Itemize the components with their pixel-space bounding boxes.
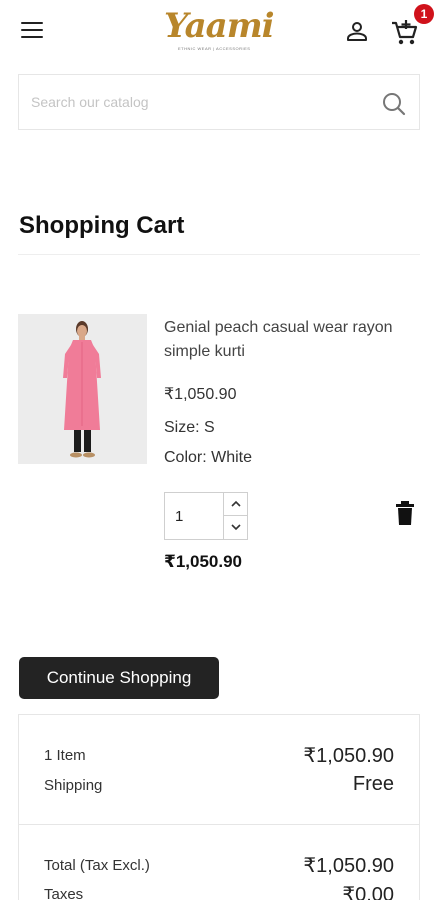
chevron-up-icon (231, 500, 241, 507)
user-account-icon[interactable] (345, 19, 369, 43)
summary-taxes-label: Taxes (44, 886, 84, 900)
product-image[interactable] (18, 314, 147, 464)
quantity-increase-button[interactable] (223, 493, 247, 516)
menu-icon[interactable] (20, 22, 46, 42)
quantity-decrease-button[interactable] (223, 516, 247, 539)
product-size: Size: S (164, 419, 215, 436)
logo-tagline: ETHNIC WEAR | ACCESSORIES (178, 46, 251, 51)
logo-text: Yaami (164, 6, 275, 46)
summary-items-value: ₹1,050.90 (303, 745, 394, 767)
summary-items-label: 1 Item (44, 747, 86, 764)
product-color: Color: White (164, 449, 253, 466)
quantity-stepper (164, 492, 248, 540)
search-icon[interactable] (381, 91, 407, 117)
quantity-input[interactable] (165, 493, 223, 539)
summary-total-label: Total (Tax Excl.) (44, 857, 150, 874)
line-total-price: ₹1,050.90 (164, 552, 243, 571)
summary-taxes-value: ₹0.00 (342, 884, 394, 900)
page-title: Shopping Cart (19, 212, 185, 239)
site-header: Yaami ETHNIC WEAR | ACCESSORIES 1 (0, 0, 438, 64)
search-bar (18, 74, 420, 130)
site-logo[interactable]: Yaami ETHNIC WEAR | ACCESSORIES (164, 6, 275, 54)
summary-divider (19, 824, 419, 825)
cart-summary: 1 Item ₹1,050.90 Shipping Free Total (Ta… (18, 714, 420, 900)
summary-total-value: ₹1,050.90 (303, 855, 394, 877)
cart-icon[interactable] (390, 17, 420, 47)
title-divider (18, 254, 420, 255)
delete-item-icon[interactable] (395, 500, 415, 526)
cart-count-badge: 1 (414, 4, 434, 24)
product-name-link[interactable]: Genial peach casual wear rayon simple ku… (164, 316, 424, 364)
continue-shopping-button[interactable]: Continue Shopping (19, 657, 219, 699)
chevron-down-icon (231, 524, 241, 531)
summary-shipping-value: Free (352, 773, 394, 795)
product-unit-price: ₹1,050.90 (164, 386, 237, 403)
search-input[interactable] (31, 87, 361, 117)
summary-shipping-label: Shipping (44, 777, 103, 794)
